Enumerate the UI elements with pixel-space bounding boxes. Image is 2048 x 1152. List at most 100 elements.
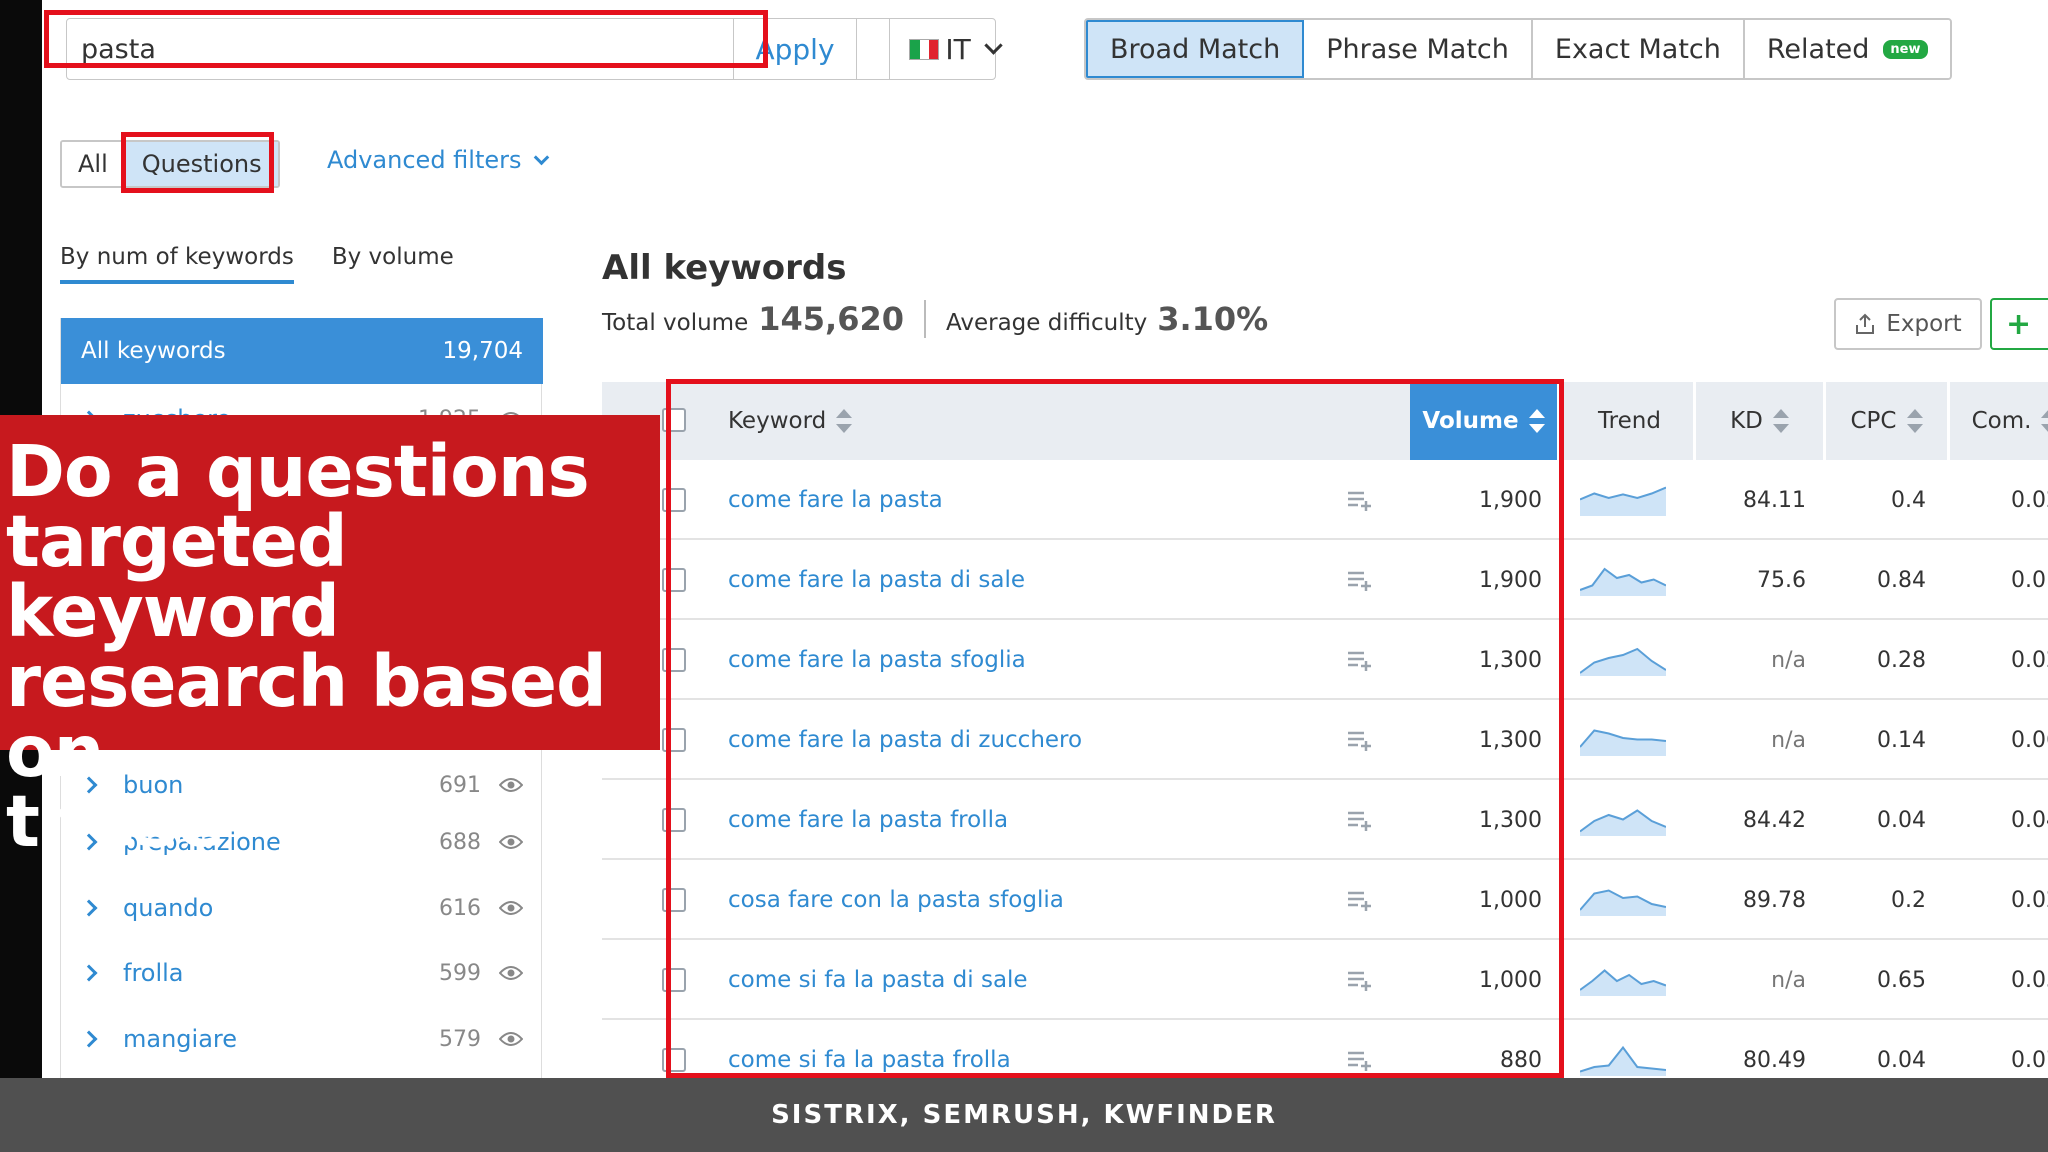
chevron-down-icon [533, 149, 549, 165]
com-cell: 0.01 [2011, 567, 2048, 593]
volume-cell: 1,000 [1479, 887, 1542, 913]
add-to-list-icon[interactable] [1346, 968, 1372, 992]
com-cell: 0.02 [2011, 647, 2048, 673]
export-button[interactable]: Export [1834, 298, 1982, 350]
volume-cell: 1,300 [1479, 727, 1542, 753]
group-name: frolla [123, 959, 184, 987]
table-row: come fare la pasta sfoglia 1,300 n/a 0.2… [602, 620, 2048, 700]
keyword-link[interactable]: come fare la pasta [728, 460, 943, 540]
banner-line: targeted keyword [6, 500, 348, 653]
eye-icon[interactable] [499, 965, 523, 981]
tab-by-volume[interactable]: By volume [332, 244, 454, 284]
kd-cell: 84.11 [1743, 487, 1806, 513]
row-checkbox[interactable] [662, 568, 686, 592]
tab-by-num-keywords[interactable]: By num of keywords [60, 244, 294, 284]
row-checkbox[interactable] [662, 648, 686, 672]
trend-sparkline [1580, 889, 1666, 916]
group-item[interactable]: quando 616 [61, 875, 543, 941]
group-item[interactable]: frolla 599 [61, 940, 543, 1006]
row-checkbox[interactable] [662, 968, 686, 992]
banner-line: research based on [6, 640, 607, 793]
add-to-list-icon[interactable] [1346, 808, 1372, 832]
group-item[interactable]: mangiare 579 [61, 1006, 543, 1072]
apply-button[interactable]: Apply [733, 19, 857, 79]
avg-difficulty-value: 3.10% [1157, 300, 1269, 338]
row-checkbox[interactable] [662, 488, 686, 512]
summary-stats: Total volume 145,620 Average difficulty … [602, 300, 1268, 338]
eye-icon[interactable] [499, 1031, 523, 1047]
keyword-link[interactable]: come fare la pasta di zucchero [728, 700, 1082, 780]
group-all-keywords[interactable]: All keywords 19,704 [61, 318, 543, 384]
column-header-trend: Trend [1566, 382, 1696, 460]
tab-phrase-match[interactable]: Phrase Match [1304, 20, 1533, 78]
trend-sparkline [1580, 567, 1666, 596]
trend-sparkline [1580, 729, 1666, 756]
cpc-header-label: CPC [1850, 408, 1897, 434]
kd-cell: n/a [1771, 647, 1806, 673]
chevron-right-icon [80, 899, 98, 917]
com-cell: 0.07 [2011, 1047, 2048, 1073]
tab-exact-match[interactable]: Exact Match [1532, 20, 1745, 78]
row-checkbox[interactable] [662, 888, 686, 912]
add-to-list-icon[interactable] [1346, 728, 1372, 752]
row-checkbox[interactable] [662, 1048, 686, 1072]
keyword-link[interactable]: come fare la pasta sfoglia [728, 620, 1026, 700]
filter-questions-button[interactable]: Questions [123, 142, 278, 186]
cpc-cell: 0.04 [1877, 1047, 1926, 1073]
keywords-table: Keyword Volume Trend KD CPC Com. come fa… [602, 382, 2048, 1078]
column-header-volume[interactable]: Volume [1410, 382, 1560, 460]
banner-line: Do a questions [6, 430, 590, 513]
column-header-keyword[interactable]: Keyword [712, 382, 1522, 460]
kd-cell: 75.6 [1757, 567, 1806, 593]
select-all-checkbox[interactable] [662, 408, 686, 432]
filter-all-button[interactable]: All [62, 142, 124, 186]
stats-divider [923, 300, 926, 338]
cpc-cell: 0.65 [1877, 967, 1926, 993]
advanced-filters-toggle[interactable]: Advanced filters [327, 146, 549, 174]
add-to-list-icon[interactable] [1346, 648, 1372, 672]
caption-bar: SISTRIX, SEMRUSH, KWFINDER [0, 1078, 2048, 1152]
keyword-link[interactable]: come fare la pasta frolla [728, 780, 1008, 860]
export-icon [1856, 313, 1875, 334]
eye-icon[interactable] [499, 900, 523, 916]
kd-cell: 84.42 [1743, 807, 1806, 833]
add-to-list-button[interactable]: + [1990, 298, 2048, 350]
tab-broad-match[interactable]: Broad Match [1086, 20, 1305, 78]
trend-sparkline [1580, 1045, 1666, 1076]
total-volume-label: Total volume [602, 310, 749, 336]
keyword-link[interactable]: come si fa la pasta di sale [728, 940, 1028, 1020]
trend-sparkline [1580, 809, 1666, 836]
add-to-list-icon[interactable] [1346, 1048, 1372, 1072]
table-row: come si fa la pasta di sale 1,000 n/a 0.… [602, 940, 2048, 1020]
search-bar: Apply IT [66, 18, 1003, 80]
row-checkbox[interactable] [662, 728, 686, 752]
trend-header-label: Trend [1598, 408, 1661, 434]
column-header-cpc[interactable]: CPC [1826, 382, 1950, 460]
column-header-com[interactable]: Com. [1950, 382, 2048, 460]
database-code: IT [945, 32, 971, 66]
group-count: 579 [439, 1026, 481, 1052]
tab-related[interactable]: Related new [1744, 20, 1950, 78]
com-cell: 0.04 [2011, 807, 2048, 833]
volume-cell: 1,000 [1479, 967, 1542, 993]
instruction-banner: Do a questions targeted keyword research… [0, 415, 660, 857]
keyword-link[interactable]: cosa fare con la pasta sfoglia [728, 860, 1064, 940]
sort-icon [1528, 409, 1545, 433]
chevron-down-icon [983, 35, 1003, 55]
column-header-kd[interactable]: KD [1696, 382, 1826, 460]
search-input[interactable] [67, 20, 707, 78]
database-select[interactable]: IT [889, 19, 1019, 79]
row-checkbox[interactable] [662, 808, 686, 832]
add-to-list-icon[interactable] [1346, 568, 1372, 592]
keyword-header-label: Keyword [728, 408, 827, 434]
trend-sparkline [1580, 969, 1666, 996]
keyword-link[interactable]: come si fa la pasta frolla [728, 1020, 1011, 1078]
add-to-list-icon[interactable] [1346, 888, 1372, 912]
sort-icon [836, 409, 853, 433]
com-header-label: Com. [1971, 408, 2032, 434]
group-name: quando [123, 894, 214, 922]
sort-icon [2041, 409, 2048, 433]
export-label: Export [1886, 311, 1962, 337]
add-to-list-icon[interactable] [1346, 488, 1372, 512]
keyword-link[interactable]: come fare la pasta di sale [728, 540, 1025, 620]
